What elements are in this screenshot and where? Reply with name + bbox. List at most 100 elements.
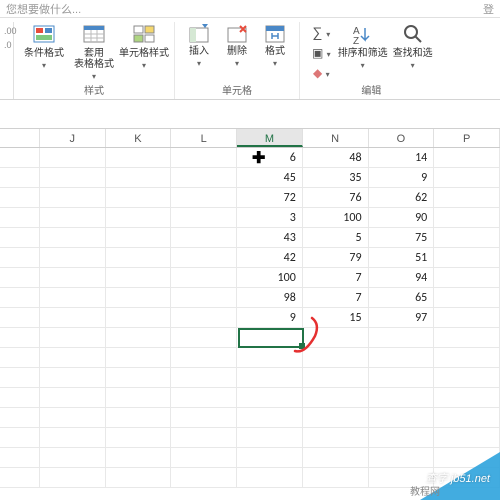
cell[interactable] [237,328,303,347]
cell[interactable] [369,368,435,387]
cell[interactable]: 51 [369,248,435,267]
cell[interactable] [106,168,172,187]
cell[interactable]: 48 [303,148,369,167]
cell[interactable] [171,168,237,187]
cell[interactable] [434,308,500,327]
cell[interactable] [106,268,172,287]
cell[interactable] [40,348,106,367]
cell[interactable] [369,328,435,347]
column-header-P[interactable]: P [434,129,500,147]
cell[interactable]: 72 [237,188,303,207]
cell[interactable] [369,408,435,427]
cell[interactable] [369,388,435,407]
cell[interactable] [106,328,172,347]
cell[interactable] [171,148,237,167]
cell[interactable]: 100 [303,208,369,227]
cell[interactable] [434,228,500,247]
cell[interactable] [106,368,172,387]
cell[interactable] [434,268,500,287]
column-header-L[interactable]: L [171,129,237,147]
cell[interactable] [171,468,237,487]
cell[interactable]: 62 [369,188,435,207]
tell-me-bar[interactable]: 您想要做什么... 登 [0,0,500,18]
cell[interactable]: 94 [369,268,435,287]
cell[interactable] [434,408,500,427]
cell[interactable] [106,448,172,467]
cell[interactable] [171,288,237,307]
cell[interactable] [303,328,369,347]
cell[interactable]: 3 [237,208,303,227]
fill-icon[interactable]: ▣ ▾ [312,46,331,60]
cell[interactable]: 90 [369,208,435,227]
cell[interactable]: 75 [369,228,435,247]
cell[interactable]: 65 [369,288,435,307]
cell[interactable] [171,408,237,427]
conditional-formatting-button[interactable]: 条件格式 ▾ [22,22,66,70]
cell[interactable] [171,248,237,267]
cell[interactable] [40,208,106,227]
cell[interactable] [40,288,106,307]
cell[interactable]: 9 [369,168,435,187]
cell[interactable] [40,328,106,347]
cell[interactable] [40,168,106,187]
cell[interactable]: 7 [303,288,369,307]
sort-filter-button[interactable]: AZ 排序和筛选 ▾ [341,22,385,70]
cell[interactable]: 98 [237,288,303,307]
cell[interactable] [303,428,369,447]
insert-button[interactable]: 插入 ▾ [183,22,215,68]
cell[interactable] [40,228,106,247]
cell[interactable] [434,208,500,227]
cell[interactable]: 42 [237,248,303,267]
cell[interactable] [40,248,106,267]
cell[interactable] [106,288,172,307]
cell[interactable] [434,428,500,447]
cell[interactable]: 79 [303,248,369,267]
cell[interactable] [171,328,237,347]
cell[interactable] [40,468,106,487]
cell[interactable] [106,208,172,227]
cell[interactable] [106,188,172,207]
column-header-J[interactable]: J [40,129,106,147]
cell[interactable]: 6 [237,148,303,167]
delete-button[interactable]: 删除 ▾ [221,22,253,68]
cell[interactable]: 45 [237,168,303,187]
cell[interactable] [40,148,106,167]
cell[interactable] [106,408,172,427]
cell[interactable] [434,388,500,407]
cell[interactable] [171,388,237,407]
cell[interactable] [40,188,106,207]
cell[interactable] [106,428,172,447]
cell[interactable] [171,208,237,227]
cell[interactable] [106,228,172,247]
cell[interactable] [40,388,106,407]
cell[interactable] [237,408,303,427]
column-header-K[interactable]: K [106,129,172,147]
cell[interactable] [171,448,237,467]
cell[interactable] [171,348,237,367]
cell[interactable]: 9 [237,308,303,327]
cell[interactable] [237,368,303,387]
cell[interactable] [106,388,172,407]
cell[interactable] [369,428,435,447]
cell[interactable] [106,468,172,487]
cell[interactable] [434,368,500,387]
cell[interactable] [434,248,500,267]
format-button[interactable]: 格式 ▾ [259,22,291,68]
cell[interactable] [171,368,237,387]
cell[interactable] [434,348,500,367]
cell-styles-button[interactable]: 单元格样式 ▾ [122,22,166,70]
cell[interactable] [40,268,106,287]
cell[interactable] [171,228,237,247]
cell[interactable]: 14 [369,148,435,167]
cell[interactable] [237,448,303,467]
cell[interactable] [237,468,303,487]
cell[interactable] [40,308,106,327]
cell[interactable] [303,388,369,407]
cell[interactable] [303,368,369,387]
find-select-button[interactable]: 查找和选 ▾ [391,22,435,70]
cell[interactable] [303,408,369,427]
column-header-N[interactable]: N [303,129,369,147]
cell[interactable] [40,368,106,387]
cell[interactable] [303,348,369,367]
cell[interactable] [40,448,106,467]
